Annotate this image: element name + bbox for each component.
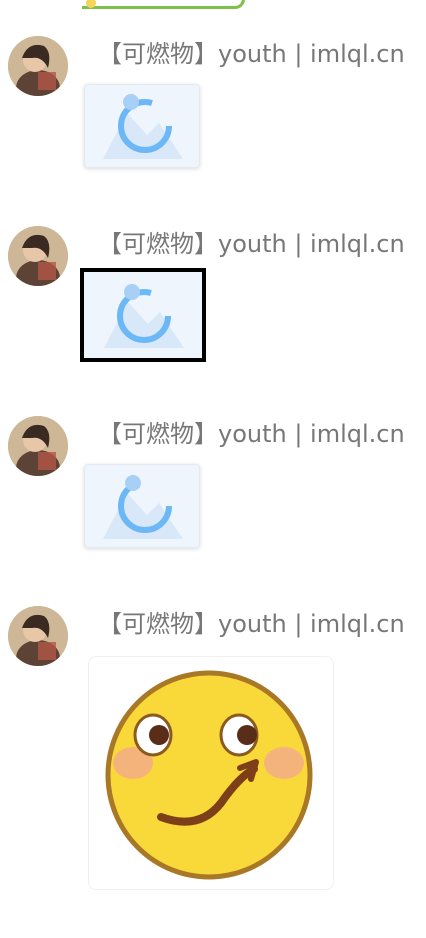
loading-image-selected[interactable] <box>80 268 206 362</box>
avatar[interactable] <box>8 416 68 476</box>
loading-image[interactable] <box>84 464 200 548</box>
sender-name: 【可燃物】youth | imlql.cn <box>98 610 405 638</box>
avatar[interactable] <box>8 226 68 286</box>
avatar[interactable] <box>8 36 68 96</box>
avatar[interactable] <box>8 606 68 666</box>
smirk-emoji-icon <box>105 670 313 880</box>
emoji-image[interactable] <box>88 656 334 890</box>
previous-message-fragment <box>82 0 245 9</box>
loading-image[interactable] <box>84 84 200 168</box>
sender-name: 【可燃物】youth | imlql.cn <box>98 420 405 448</box>
sender-name: 【可燃物】youth | imlql.cn <box>98 230 405 258</box>
flower-icon <box>86 0 96 8</box>
sender-name: 【可燃物】youth | imlql.cn <box>98 40 405 68</box>
